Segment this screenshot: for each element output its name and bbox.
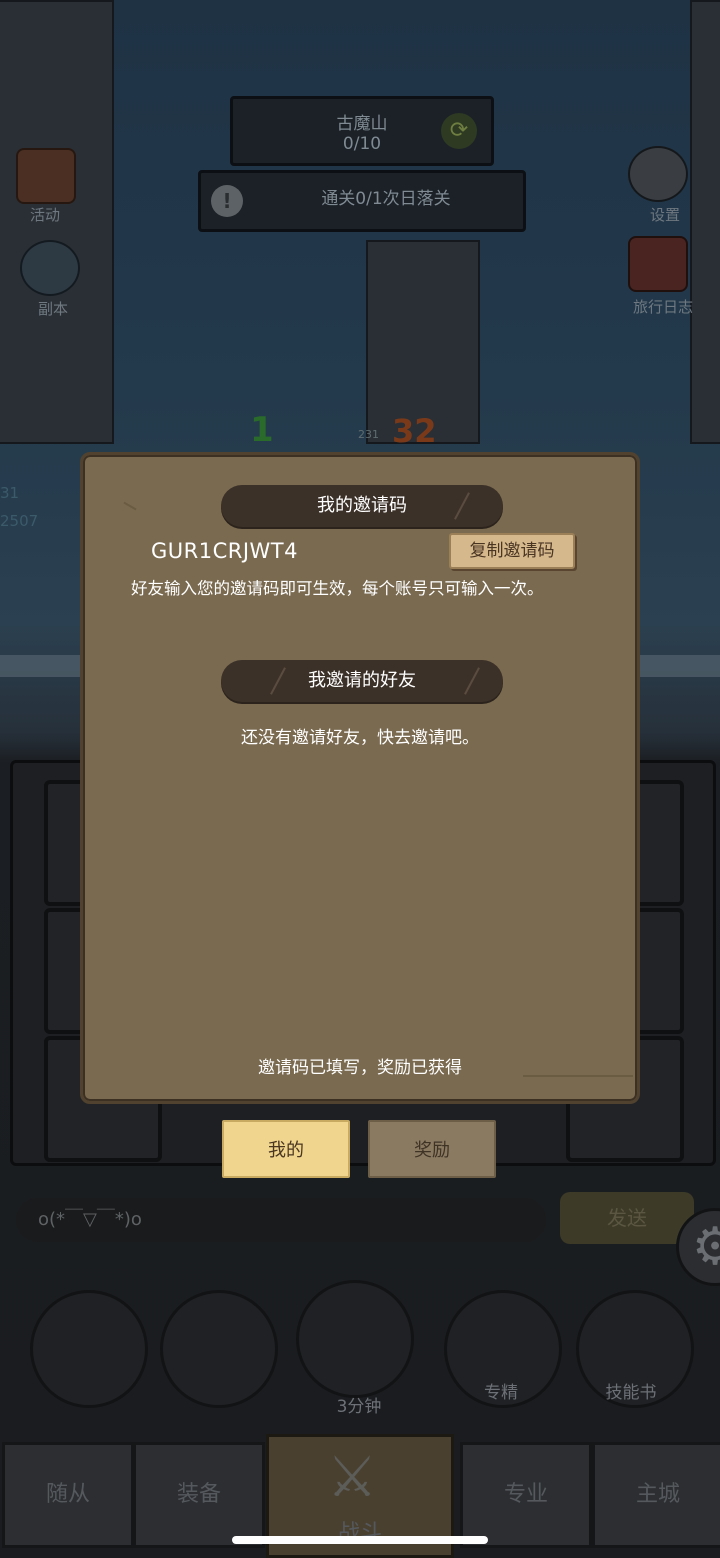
chat-input[interactable]: o(*￣▽￣*)o bbox=[16, 1198, 546, 1242]
damage-number: 32 bbox=[392, 412, 437, 450]
nav-equipment[interactable]: 装备 bbox=[133, 1442, 265, 1548]
events-label: 活动 bbox=[29, 206, 60, 224]
invite-description: 好友输入您的邀请码即可生效，每个账号只可输入一次。 bbox=[131, 579, 544, 598]
travel-log-label: 旅行日志 bbox=[632, 298, 693, 316]
invite-dialog: 我的邀请码 GUR1CRJWT4 复制邀请码 好友输入您的邀请码即可生效，每个账… bbox=[80, 452, 640, 1104]
player-hp-total: 2507 bbox=[0, 512, 39, 530]
my-invite-code-title: 我的邀请码 bbox=[317, 495, 407, 516]
nav-profession[interactable]: 专业 bbox=[460, 1442, 592, 1548]
chest-timer: 3分钟 bbox=[336, 1397, 382, 1417]
settings-gear-icon[interactable] bbox=[628, 146, 688, 202]
combo-number: 1 bbox=[250, 410, 274, 450]
potion-button[interactable] bbox=[30, 1290, 148, 1408]
copy-invite-code-button[interactable]: 复制邀请码 bbox=[449, 533, 575, 569]
zone-panel[interactable]: 古魔山 0/10 ⟳ bbox=[230, 96, 494, 166]
clear-status-text: 通关0/1次日落关 bbox=[321, 189, 451, 209]
my-invite-code-header: 我的邀请码 bbox=[221, 485, 503, 527]
invited-friends-header: 我邀请的好友 bbox=[221, 660, 503, 702]
nav-followers[interactable]: 随从 bbox=[2, 1442, 134, 1548]
home-indicator[interactable] bbox=[232, 1536, 488, 1544]
refresh-icon[interactable]: ⟳ bbox=[441, 113, 477, 149]
invite-code-value: GUR1CRJWT4 bbox=[151, 539, 298, 563]
dialog-scratch bbox=[123, 501, 137, 511]
skill-book-label: 技能书 bbox=[605, 1383, 657, 1403]
clear-status-panel: ! 通关0/1次日落关 bbox=[198, 170, 526, 232]
bread-button[interactable] bbox=[160, 1290, 278, 1408]
dungeon-label: 副本 bbox=[37, 300, 68, 318]
treasure-chest-button[interactable] bbox=[296, 1280, 414, 1398]
travel-log-icon[interactable] bbox=[628, 236, 688, 292]
events-icon[interactable] bbox=[16, 148, 76, 204]
reward-status-message: 邀请码已填写，奖励已获得 bbox=[258, 1058, 462, 1078]
crossed-swords-icon: ⚔ bbox=[327, 1445, 378, 1510]
tab-mine[interactable]: 我的 bbox=[222, 1120, 350, 1178]
alert-icon: ! bbox=[211, 185, 243, 217]
settings-label: 设置 bbox=[649, 206, 680, 224]
specialize-label: 专精 bbox=[484, 1383, 518, 1403]
dungeon-icon[interactable] bbox=[20, 240, 80, 296]
no-friends-message: 还没有邀请好友，快去邀请吧。 bbox=[241, 728, 479, 748]
enemy-hp-small: 231 bbox=[358, 428, 379, 441]
tab-reward[interactable]: 奖励 bbox=[368, 1120, 496, 1178]
player-hp-small: 31 bbox=[0, 484, 20, 502]
invited-friends-title: 我邀请的好友 bbox=[308, 670, 416, 691]
send-button[interactable]: 发送 bbox=[560, 1192, 694, 1244]
nav-main-city[interactable]: 主城 bbox=[592, 1442, 720, 1548]
